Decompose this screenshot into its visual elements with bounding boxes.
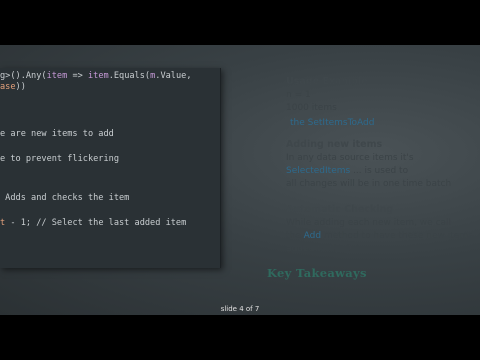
- notes-heading-usage: Usage Example: [286, 76, 368, 87]
- notes-line-2c: all changes will be in one time batch: [286, 179, 452, 189]
- notes-heading-automatic: Automatic Checking: [286, 204, 394, 215]
- notes-line-3a: While adding each new item, we call: [286, 218, 452, 228]
- key-takeaways-heading: Key Takeaways: [267, 266, 367, 280]
- code-token: ase: [0, 82, 16, 92]
- code-token: Adds and checks the item: [0, 193, 130, 203]
- code-token: e are new items to add: [0, 129, 114, 139]
- notes-line-3c: added to the list.: [286, 244, 363, 254]
- slide-indicator: slide 4 of 7: [220, 305, 260, 313]
- code-panel: g>().Any(item => item.Equals(m.Value, as…: [0, 68, 221, 268]
- notes-link-selecteditems[interactable]: SelectedItems: [286, 166, 350, 176]
- notes-line-2a: In any data source items it's: [286, 153, 414, 163]
- notes-line-3b-post: method to have these new items: [321, 231, 473, 241]
- code-token: .Value,: [155, 71, 192, 81]
- code-line-4: e to prevent flickering: [0, 154, 119, 164]
- code-line-6: t - 1; // Select the last added item: [0, 218, 186, 228]
- notes-line-3b: the Add method to have these new items: [286, 231, 473, 241]
- code-line-2: ase)): [0, 82, 26, 92]
- code-token: e to prevent flickering: [0, 154, 119, 164]
- notes-link-1[interactable]: the SetItemsToAdd: [290, 118, 375, 128]
- slide: g>().Any(item => item.Equals(m.Value, as…: [0, 45, 480, 315]
- code-line-1: g>().Any(item => item.Equals(m.Value,: [0, 71, 192, 81]
- video-frame: g>().Any(item => item.Equals(m.Value, as…: [0, 0, 480, 360]
- code-line-5: Adds and checks the item: [0, 193, 129, 203]
- notes-link-add[interactable]: Add: [304, 231, 321, 241]
- code-token: - 1; // Select the last added item: [5, 218, 187, 228]
- code-token: item: [46, 71, 68, 81]
- code-line-3: e are new items to add: [0, 129, 114, 139]
- code-token: )): [15, 82, 26, 92]
- notes-line-2b: SelectedItems ... is used to: [286, 166, 408, 176]
- code-token: =>: [67, 71, 88, 81]
- notes-line-1b: 1000 items: [286, 103, 337, 113]
- notes-line-1a: n = 1: [286, 90, 311, 100]
- code-token: item: [87, 71, 109, 81]
- code-token: g>().Any(: [0, 71, 47, 81]
- notes-line-2b-rest: ... is used to: [350, 166, 409, 176]
- notes-heading-adding: Adding new items: [286, 139, 383, 150]
- notes-line-3b-pre: the: [286, 231, 304, 241]
- code-token: .Equals(: [108, 71, 151, 81]
